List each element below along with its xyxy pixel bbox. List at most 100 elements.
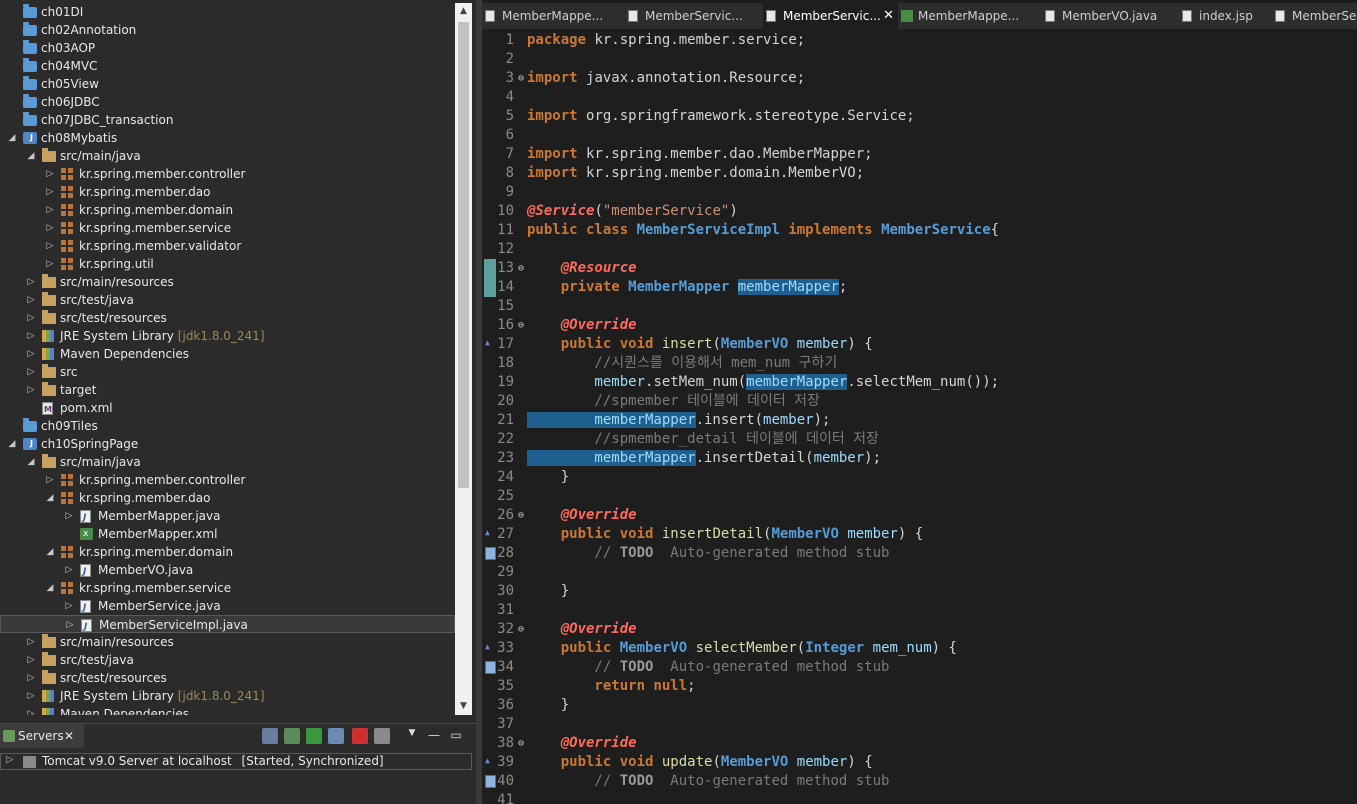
- tree-item[interactable]: ◢ src/main/java: [0, 453, 455, 471]
- expand-arrow-icon[interactable]: ▷: [25, 291, 37, 309]
- editor-tab[interactable]: MemberServic... ✕: [763, 3, 898, 29]
- tree-item[interactable]: ▷ target: [0, 381, 455, 399]
- fold-toggle-icon[interactable]: ⊖: [516, 259, 526, 278]
- view-menu-icon[interactable]: ▼: [404, 728, 420, 744]
- code-line[interactable]: 9: [482, 183, 1357, 202]
- code-line[interactable]: 7 import kr.spring.member.dao.MemberMappe…: [482, 145, 1357, 164]
- tree-item[interactable]: ▷ kr.spring.member.controller: [0, 165, 455, 183]
- expand-arrow-icon[interactable]: ▷: [25, 651, 37, 669]
- code-line[interactable]: 12: [482, 240, 1357, 259]
- expand-arrow-icon[interactable]: ▷: [44, 237, 56, 255]
- tree-item[interactable]: ▷ MemberServiceImpl.java: [0, 615, 455, 636]
- collapse-arrow-icon[interactable]: ◢: [44, 489, 56, 507]
- editor-tab[interactable]: index.jsp: [1179, 3, 1272, 29]
- tree-item[interactable]: ◢ kr.spring.member.service: [0, 579, 455, 597]
- expand-arrow-icon[interactable]: ▷: [4, 753, 16, 770]
- start-icon[interactable]: [306, 728, 322, 744]
- tree-item[interactable]: ▷ kr.spring.util: [0, 255, 455, 273]
- code-line[interactable]: 1 package kr.spring.member.service;: [482, 31, 1357, 50]
- expand-arrow-icon[interactable]: ▷: [64, 616, 76, 634]
- expand-arrow-icon[interactable]: ▷: [25, 633, 37, 651]
- code-line[interactable]: 13 ⊖ @Resource: [482, 259, 1357, 278]
- tree-item[interactable]: ◢ ch08Mybatis: [0, 129, 455, 147]
- expand-arrow-icon[interactable]: ▷: [25, 381, 37, 399]
- tree-item[interactable]: ▷ JRE System Library [jdk1.8.0_241]: [0, 327, 455, 345]
- tree-item[interactable]: ▷ src/test/java: [0, 291, 455, 309]
- code-line[interactable]: 16 ⊖ @Override: [482, 316, 1357, 335]
- tree-scrollbar[interactable]: ▲ ▼: [455, 3, 472, 715]
- collapse-arrow-icon[interactable]: ◢: [25, 453, 37, 471]
- tree-item[interactable]: ▷ src/main/resources: [0, 633, 455, 651]
- code-line[interactable]: 10 @Service("memberService"): [482, 202, 1357, 221]
- code-line[interactable]: 27 public void insertDetail(MemberVO mem…: [482, 523, 1357, 544]
- tree-item[interactable]: ▷ src/test/resources: [0, 669, 455, 687]
- tree-item[interactable]: ▷ src: [0, 363, 455, 381]
- tree-item[interactable]: ▷ src/main/resources: [0, 273, 455, 291]
- editor-tab[interactable]: MemberMappe...: [898, 3, 1042, 29]
- code-line[interactable]: 15: [482, 297, 1357, 316]
- tree-item[interactable]: ◢ ch10SpringPage: [0, 435, 455, 453]
- tree-item[interactable]: ▷ JRE System Library [jdk1.8.0_241]: [0, 687, 455, 705]
- code-line[interactable]: 40 // TODO Auto-generated method stub: [482, 772, 1357, 791]
- code-line[interactable]: 17 public void insert(MemberVO member) {: [482, 333, 1357, 354]
- tree-item[interactable]: ▷ kr.spring.member.dao: [0, 183, 455, 201]
- collapse-arrow-icon[interactable]: ◢: [44, 543, 56, 561]
- fold-toggle-icon[interactable]: ⊖: [516, 69, 526, 88]
- code-line[interactable]: 38 ⊖ @Override: [482, 734, 1357, 753]
- code-line[interactable]: 3 ⊖ import javax.annotation.Resource;: [482, 69, 1357, 88]
- expand-arrow-icon[interactable]: ▷: [44, 201, 56, 219]
- tree-item[interactable]: ch09Tiles: [0, 417, 455, 435]
- debug-icon[interactable]: [284, 728, 300, 744]
- code-line[interactable]: 32 ⊖ @Override: [482, 620, 1357, 639]
- minimize-icon[interactable]: —: [426, 728, 442, 744]
- fold-toggle-icon[interactable]: ⊖: [516, 620, 526, 639]
- expand-arrow-icon[interactable]: ▷: [25, 705, 37, 715]
- close-icon[interactable]: ✕: [64, 724, 74, 748]
- code-line[interactable]: 35 return null;: [482, 677, 1357, 696]
- publish-icon[interactable]: [374, 728, 390, 744]
- tab-servers[interactable]: Servers ✕: [0, 724, 84, 748]
- server-tomcat-row[interactable]: ▷ Tomcat v9.0 Server at localhost [Start…: [0, 753, 472, 770]
- tree-item[interactable]: ◢ kr.spring.member.dao: [0, 489, 455, 507]
- code-line[interactable]: 23 memberMapper.insertDetail(member);: [482, 449, 1357, 468]
- code-area[interactable]: 1 package kr.spring.member.service; 2 3 ⊖ imp…: [482, 31, 1357, 804]
- tree-item[interactable]: ch07JDBC_transaction: [0, 111, 455, 129]
- fold-toggle-icon[interactable]: ⊖: [516, 734, 526, 753]
- expand-arrow-icon[interactable]: ▷: [44, 219, 56, 237]
- tree-item[interactable]: ◢ src/main/java: [0, 147, 455, 165]
- code-line[interactable]: 21 memberMapper.insert(member);: [482, 411, 1357, 430]
- editor-tab[interactable]: MemberSe: [1272, 3, 1357, 29]
- collapse-arrow-icon[interactable]: ◢: [25, 147, 37, 165]
- tree-item[interactable]: ch01DI: [0, 3, 455, 21]
- code-line[interactable]: 28 // TODO Auto-generated method stub: [482, 544, 1357, 563]
- code-line[interactable]: 37: [482, 715, 1357, 734]
- tree-item[interactable]: pom.xml: [0, 399, 455, 419]
- tree-item[interactable]: ch03AOP: [0, 39, 455, 57]
- code-line[interactable]: 6: [482, 126, 1357, 145]
- code-line[interactable]: 8 import kr.spring.member.domain.MemberVO…: [482, 164, 1357, 183]
- expand-arrow-icon[interactable]: ▷: [25, 687, 37, 705]
- tree-item[interactable]: ▷ src/test/java: [0, 651, 455, 669]
- editor-tab[interactable]: MemberServic...: [625, 3, 763, 29]
- fold-toggle-icon[interactable]: ⊖: [516, 316, 526, 335]
- tree-item[interactable]: ▷ kr.spring.member.service: [0, 219, 455, 237]
- code-line[interactable]: 36 }: [482, 696, 1357, 715]
- code-line[interactable]: 20 //spmember 테이블에 데이터 저장: [482, 392, 1357, 411]
- code-line[interactable]: 25: [482, 487, 1357, 506]
- maximize-icon[interactable]: ▭: [448, 728, 464, 744]
- scroll-up-arrow-icon[interactable]: ▲: [455, 3, 472, 20]
- profile-icon[interactable]: [328, 728, 344, 744]
- code-line[interactable]: 26 ⊖ @Override: [482, 506, 1357, 525]
- tree-item[interactable]: ch04MVC: [0, 57, 455, 75]
- tree-item[interactable]: ▷ src/test/resources: [0, 309, 455, 327]
- code-line[interactable]: 14 private MemberMapper memberMapper;: [482, 278, 1357, 297]
- code-line[interactable]: 5 import org.springframework.stereotype.S…: [482, 107, 1357, 126]
- expand-arrow-icon[interactable]: ▷: [63, 507, 75, 525]
- editor-tab[interactable]: MemberVO.java: [1042, 3, 1179, 29]
- tree-item[interactable]: ▷ MemberVO.java: [0, 561, 455, 581]
- expand-arrow-icon[interactable]: ▷: [44, 183, 56, 201]
- collapse-arrow-icon[interactable]: ◢: [44, 579, 56, 597]
- editor-tab[interactable]: MemberMappe...: [482, 3, 625, 29]
- code-line[interactable]: 31: [482, 601, 1357, 620]
- tree-item[interactable]: ch06JDBC: [0, 93, 455, 111]
